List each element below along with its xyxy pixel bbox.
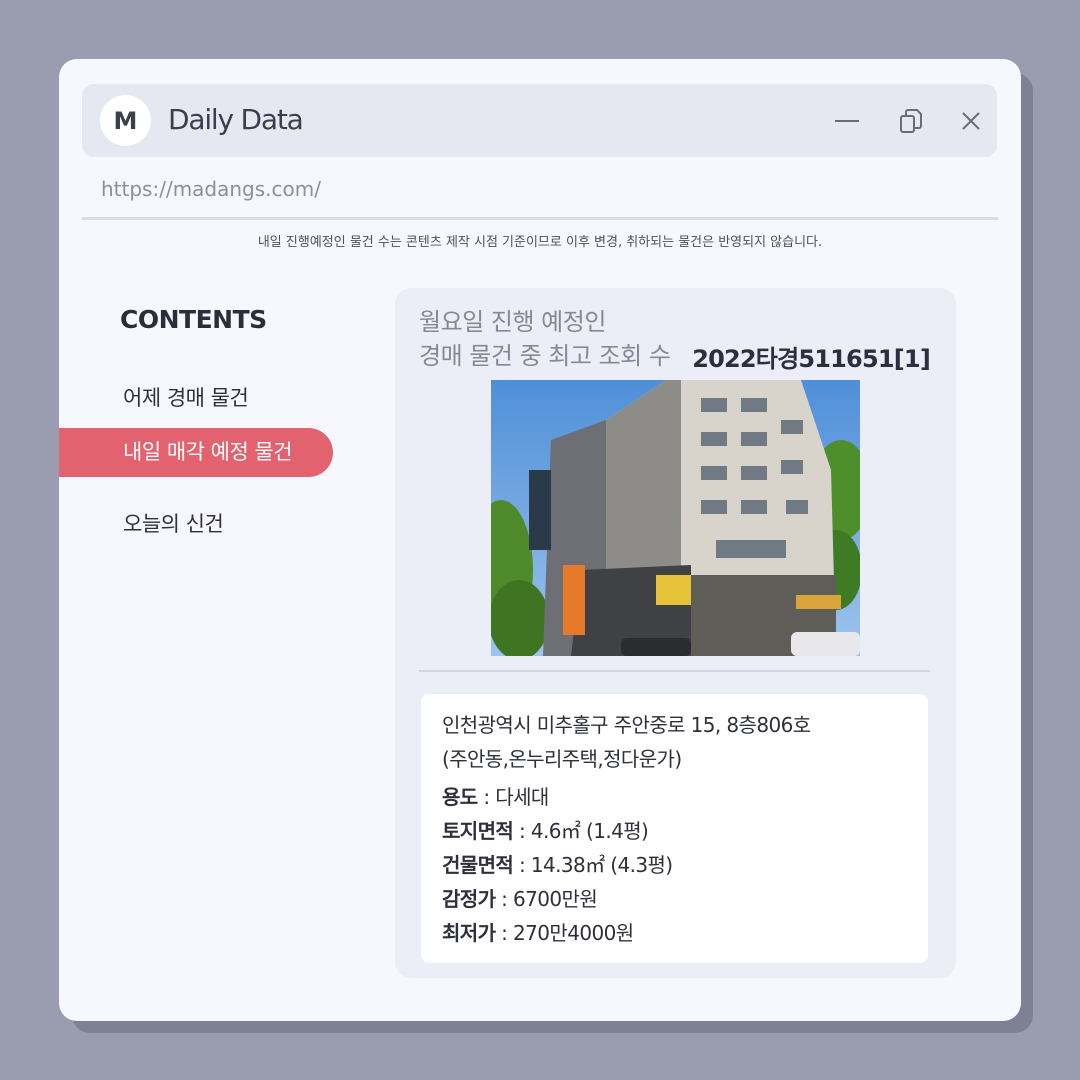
address-bar[interactable]: https://madangs.com/	[101, 177, 321, 201]
card-divider	[419, 670, 930, 672]
app-logo: M	[100, 95, 151, 146]
restore-icon[interactable]	[898, 108, 924, 134]
property-info-box: 인천광역시 미추홀구 주안중로 15, 8층806호 (주안동,온누리주택,정다…	[421, 694, 928, 963]
sidebar-item-yesterday[interactable]: 어제 경매 물건	[123, 382, 249, 412]
address-line-2: (주안동,온누리주택,정다운가)	[442, 747, 682, 771]
close-icon[interactable]	[958, 108, 984, 134]
property-card: 월요일 진행 예정인 경매 물건 중 최고 조회 수 2022타경511651[…	[395, 288, 956, 978]
app-title: Daily Data	[168, 103, 304, 136]
property-photo[interactable]	[491, 380, 860, 656]
browser-window: M Daily Data https://madangs.com/ 내일 진행예…	[59, 59, 1021, 1021]
detail-building-area: 건물면적 : 14.38㎡ (4.3평)	[442, 853, 673, 877]
sidebar-item-today-new[interactable]: 오늘의 신건	[123, 508, 224, 538]
sidebar-heading: CONTENTS	[120, 305, 267, 334]
card-heading-line1: 월요일 진행 예정인	[419, 308, 606, 336]
minimize-icon[interactable]	[834, 108, 860, 134]
card-heading-line2: 경매 물건 중 최고 조회 수	[419, 342, 671, 370]
address-divider	[82, 217, 998, 220]
address-line-1: 인천광역시 미추홀구 주안중로 15, 8층806호	[442, 713, 811, 737]
detail-minimum-price: 최저가 : 270만4000원	[442, 921, 634, 945]
sidebar-item-tomorrow[interactable]: 내일 매각 예정 물건	[59, 428, 333, 477]
detail-appraisal-price: 감정가 : 6700만원	[442, 887, 598, 911]
detail-usage: 용도 : 다세대	[442, 785, 549, 809]
detail-land-area: 토지면적 : 4.6㎡ (1.4평)	[442, 819, 649, 843]
case-number: 2022타경511651[1]	[692, 345, 931, 373]
title-bar: M Daily Data	[82, 84, 997, 157]
card-heading: 월요일 진행 예정인 경매 물건 중 최고 조회 수	[419, 305, 671, 373]
notice-text: 내일 진행예정인 물건 수는 콘텐츠 제작 시점 기준이므로 이후 변경, 취하…	[257, 235, 823, 250]
